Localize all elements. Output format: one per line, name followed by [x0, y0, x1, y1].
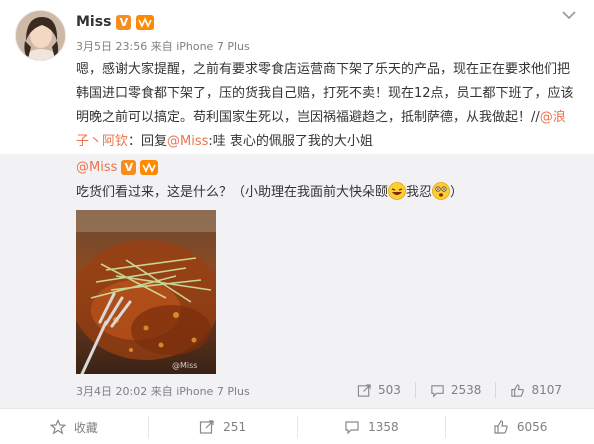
user-name[interactable]: Miss — [76, 14, 111, 30]
like-count-button[interactable]: 8107 — [495, 382, 576, 398]
photo-watermark: @Miss — [172, 361, 198, 370]
like-button[interactable]: 6056 — [445, 416, 594, 438]
repost-text: 吃货们看过来，这是什么？（小助理在我面前大快朵颐 我忍 ） — [76, 182, 576, 204]
repost-icon — [200, 420, 214, 434]
thumbs-up-icon — [494, 420, 508, 434]
repost-icon — [357, 383, 371, 397]
post-meta: 3月5日 23:56 来自 iPhone 7 Plus — [76, 38, 250, 54]
repost-button[interactable]: 251 — [147, 416, 297, 438]
repost-source: 来自 iPhone 7 Plus — [150, 385, 250, 398]
avatar[interactable] — [15, 10, 66, 61]
repost-text-prefix: 吃货们看过来，这是什么？（小助理在我面前大快朵颐 — [76, 185, 389, 200]
repost-header: @Miss V — [76, 160, 159, 175]
repost-user-name[interactable]: @Miss — [76, 160, 117, 175]
avatar-image — [16, 11, 65, 60]
favorite-button[interactable]: 收藏 — [0, 416, 148, 438]
reposted-content: @Miss V 吃货们看过来，这是什么？（小助理在我面前大快朵颐 我忍 ） @M… — [0, 154, 594, 408]
post-text: 嗯，感谢大家提醒，之前有要求零食店运营商下架了乐天的产品，现在正在要求他们把韩国… — [76, 62, 574, 125]
like-count: 6056 — [516, 420, 548, 434]
comment-count-button[interactable]: 2538 — [414, 382, 496, 398]
post-header: Miss V — [76, 12, 155, 32]
verified-badge-icon[interactable]: V — [121, 160, 137, 175]
comment-count: 1358 — [368, 420, 399, 434]
post-timestamp[interactable]: 3月5日 23:56 — [76, 40, 147, 53]
repost-text-suffix: ） — [450, 185, 464, 200]
repost-count: 251 — [223, 420, 247, 434]
repost-text-mid: 我忍 — [406, 185, 433, 200]
laughing-emoji-icon — [388, 182, 406, 200]
weibo-post-card: Miss V 3月5日 23:56 来自 iPhone 7 Plus 嗯，感谢大… — [0, 0, 594, 444]
post-text-suffix: :哇 衷心的佩服了我的大小姐 — [208, 134, 373, 149]
comment-button[interactable]: 1358 — [296, 416, 446, 438]
like-count: 8107 — [531, 383, 562, 397]
food-photo-image — [76, 210, 216, 374]
favorite-label: 收藏 — [73, 420, 98, 435]
mention-link[interactable]: @Miss — [167, 134, 208, 149]
comment-icon — [431, 384, 444, 397]
action-bar: 收藏 251 1358 6056 — [0, 408, 594, 444]
dizzy-emoji-icon — [432, 182, 450, 200]
chevron-down-icon[interactable] — [562, 10, 576, 20]
food-photo[interactable]: @Miss — [76, 210, 216, 374]
comment-icon — [345, 421, 359, 435]
star-icon — [49, 419, 66, 435]
vip-badge-icon[interactable] — [140, 160, 159, 175]
comment-count: 2538 — [450, 383, 482, 397]
repost-count-button[interactable]: 503 — [343, 382, 415, 398]
repost-count: 503 — [378, 383, 401, 397]
repost-timestamp[interactable]: 3月4日 20:02 — [76, 385, 147, 398]
verified-badge-icon[interactable]: V — [116, 14, 132, 30]
repost-meta: 3月4日 20:02 来自 iPhone 7 Plus — [76, 383, 250, 399]
vip-badge-icon[interactable] — [136, 14, 155, 30]
post-content: 嗯，感谢大家提醒，之前有要求零食店运营商下架了乐天的产品，现在正在要求他们把韩国… — [76, 58, 576, 154]
post-source: 来自 iPhone 7 Plus — [150, 40, 250, 53]
repost-stats: 503 2538 8107 — [343, 382, 576, 398]
post-text-mid: ：回复 — [128, 134, 168, 149]
thumbs-up-icon — [511, 383, 525, 397]
